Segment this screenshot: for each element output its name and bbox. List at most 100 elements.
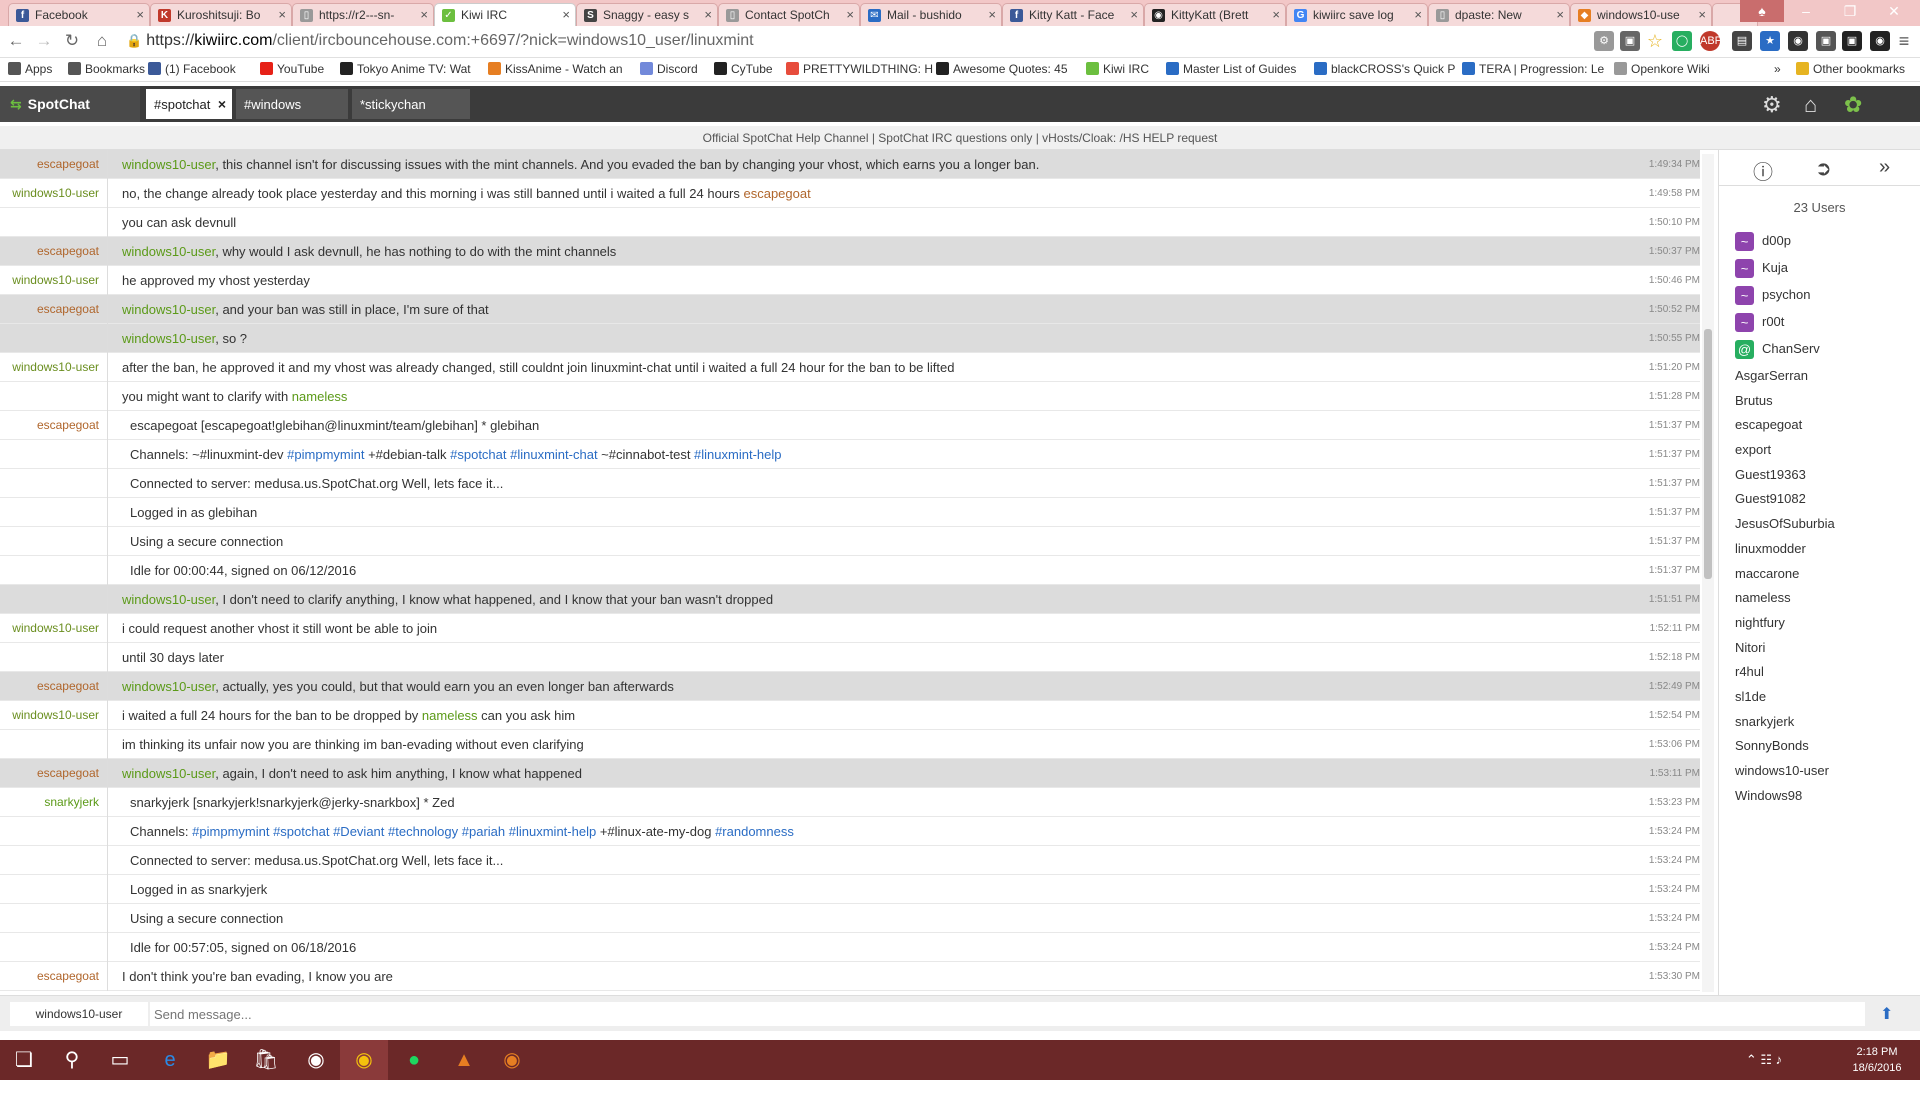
bookmark-item[interactable]: Kiwi IRC (1086, 62, 1149, 76)
user-list-item[interactable]: windows10-user (1719, 761, 1920, 786)
bookmark-item[interactable]: CyTube (714, 62, 773, 76)
bookmark-item[interactable]: Tokyo Anime TV: Wat (340, 62, 471, 76)
close-channel-icon[interactable]: × (218, 96, 226, 112)
user-list-item[interactable]: ~ r00t (1719, 312, 1920, 339)
nick-mention[interactable]: windows10-user (122, 766, 215, 781)
message-nick[interactable]: snarkyjerk (0, 788, 108, 817)
network-brand[interactable]: ⇆ SpotChat (0, 86, 140, 122)
user-list-item[interactable]: escapegoat (1719, 415, 1920, 440)
browser-tab[interactable]: ✉ Mail - bushido × (860, 3, 1002, 26)
channel-link[interactable]: #pimpmymint (192, 824, 269, 839)
user-list-item[interactable]: Brutus (1719, 391, 1920, 416)
close-tab-icon[interactable]: × (562, 7, 570, 22)
restore-button[interactable]: ❐ (1828, 0, 1872, 22)
app-icon[interactable]: ▲ (440, 1040, 488, 1080)
browser-tab[interactable]: ✓ Kiwi IRC × (434, 3, 576, 26)
browser-tab[interactable]: ◆ windows10-use × (1570, 3, 1712, 26)
channel-link[interactable]: #linuxmint-chat (510, 447, 597, 462)
browser-tab[interactable]: Gkiwiirc save log × (1286, 3, 1428, 26)
user-list-item[interactable]: r4hul (1719, 662, 1920, 687)
nick-mention[interactable]: windows10-user (122, 157, 215, 172)
close-tab-icon[interactable]: × (420, 7, 428, 22)
user-list-item[interactable]: Guest19363 (1719, 465, 1920, 490)
user-list-item[interactable]: snarkyjerk (1719, 712, 1920, 737)
nick-mention[interactable]: windows10-user (122, 679, 215, 694)
nick-mention[interactable]: windows10-user (122, 592, 215, 607)
minimize-button[interactable]: – (1784, 0, 1828, 22)
channel-link[interactable]: #spotchat (450, 447, 506, 462)
channel-link[interactable]: #pariah (462, 824, 505, 839)
firefox-icon[interactable]: ◉ (488, 1040, 536, 1080)
user-list-item[interactable]: nightfury (1719, 613, 1920, 638)
user-list-item[interactable]: @ ChanServ (1719, 339, 1920, 366)
close-tab-icon[interactable]: × (1698, 7, 1706, 22)
message-nick[interactable]: windows10-user (0, 179, 108, 208)
message-nick[interactable]: escapegoat (0, 411, 108, 440)
channel-link[interactable]: #technology (388, 824, 458, 839)
extension-icon[interactable]: ⚙ (1594, 31, 1614, 51)
extension-icon[interactable]: ▣ (1620, 31, 1640, 51)
bookmark-star-icon[interactable]: ☆ (1645, 31, 1665, 51)
incognito-icon[interactable]: ◉ (1870, 31, 1890, 51)
start-button[interactable]: ❏ (0, 1040, 48, 1080)
browser-tab[interactable]: ▯ Contact SpotCh × (718, 3, 860, 26)
edge-icon[interactable]: e (146, 1040, 194, 1080)
browser-tab[interactable]: f Facebook × (8, 3, 150, 26)
bookmark-item[interactable]: Discord (640, 62, 698, 76)
browser-tab[interactable]: K Kuroshitsuji: Bo × (150, 3, 292, 26)
info-icon[interactable]: ⓘ (1753, 156, 1773, 185)
home-icon[interactable]: ⌂ (92, 31, 112, 53)
message-nick[interactable]: windows10-user (0, 353, 108, 382)
bookmark-item[interactable]: Apps (8, 62, 52, 76)
message-nick[interactable]: escapegoat (0, 237, 108, 266)
close-tab-icon[interactable]: × (1130, 7, 1138, 22)
back-icon[interactable]: ← (6, 31, 26, 53)
user-list-item[interactable]: sl1de (1719, 687, 1920, 712)
user-list-item[interactable]: export (1719, 440, 1920, 465)
close-tab-icon[interactable]: × (1556, 7, 1564, 22)
channel-link[interactable]: #randomness (715, 824, 794, 839)
nick-mention[interactable]: nameless (422, 708, 478, 723)
close-tab-icon[interactable]: × (1414, 7, 1422, 22)
close-tab-icon[interactable]: × (846, 7, 854, 22)
kiwi-leaf-icon[interactable]: ✿ (1844, 92, 1862, 118)
browser-tab[interactable]: ▯ dpaste: New × (1428, 3, 1570, 26)
upload-icon[interactable]: ⬆ (1880, 1004, 1893, 1024)
browser-tab[interactable]: ▯ https://r2---sn- × (292, 3, 434, 26)
search-icon[interactable]: ⚲ (48, 1040, 96, 1080)
bookmarks-overflow-icon[interactable]: » (1774, 62, 1781, 76)
browser-tab[interactable]: f Kitty Katt - Face × (1002, 3, 1144, 26)
channel-link[interactable]: #Deviant (333, 824, 384, 839)
message-nick[interactable]: escapegoat (0, 759, 108, 788)
user-list-item[interactable]: maccarone (1719, 564, 1920, 589)
channel-link[interactable]: #spotchat (273, 824, 329, 839)
message-nick[interactable]: windows10-user (0, 266, 108, 295)
collapse-panel-icon[interactable]: » (1879, 156, 1890, 179)
task-view-icon[interactable]: ▭ (96, 1040, 144, 1080)
nick-mention[interactable]: escapegoat (743, 186, 810, 201)
user-list-item[interactable]: Nitori (1719, 638, 1920, 663)
bookmark-item[interactable]: blackCROSS's Quick P (1314, 62, 1455, 76)
bookmark-item[interactable]: PRETTYWILDTHING: H (786, 62, 933, 76)
message-input[interactable] (150, 1002, 1865, 1026)
url-field[interactable]: 🔒 https://kiwiirc.com/client/ircbouncehou… (126, 29, 1600, 53)
user-list-item[interactable]: AsgarSerran (1719, 366, 1920, 391)
close-tab-icon[interactable]: × (136, 7, 144, 22)
channel-link[interactable]: #pimpmymint (287, 447, 364, 462)
message-scrollbar[interactable] (1702, 154, 1714, 992)
close-tab-icon[interactable]: × (1272, 7, 1280, 22)
channel-link[interactable]: #linuxmint-help (694, 447, 781, 462)
adblock-icon[interactable]: ABP (1700, 31, 1722, 51)
bookmark-item[interactable]: TERA | Progression: Le (1462, 62, 1604, 76)
user-list-item[interactable]: Windows98 (1719, 786, 1920, 811)
close-tab-icon[interactable]: × (988, 7, 996, 22)
bookmark-item[interactable]: Awesome Quotes: 45 (936, 62, 1068, 76)
message-nick[interactable]: escapegoat (0, 672, 108, 701)
channel-link[interactable]: #linuxmint-help (509, 824, 596, 839)
bookmark-item[interactable]: (1) Facebook (148, 62, 236, 76)
bookmark-item[interactable]: Other bookmarks (1796, 62, 1905, 76)
bookmark-item[interactable]: YouTube (260, 62, 324, 76)
leave-channel-icon[interactable]: ➲ (1815, 156, 1832, 181)
channel-tab[interactable]: #spotchat × (146, 89, 232, 119)
nick-mention[interactable]: windows10-user (122, 244, 215, 259)
